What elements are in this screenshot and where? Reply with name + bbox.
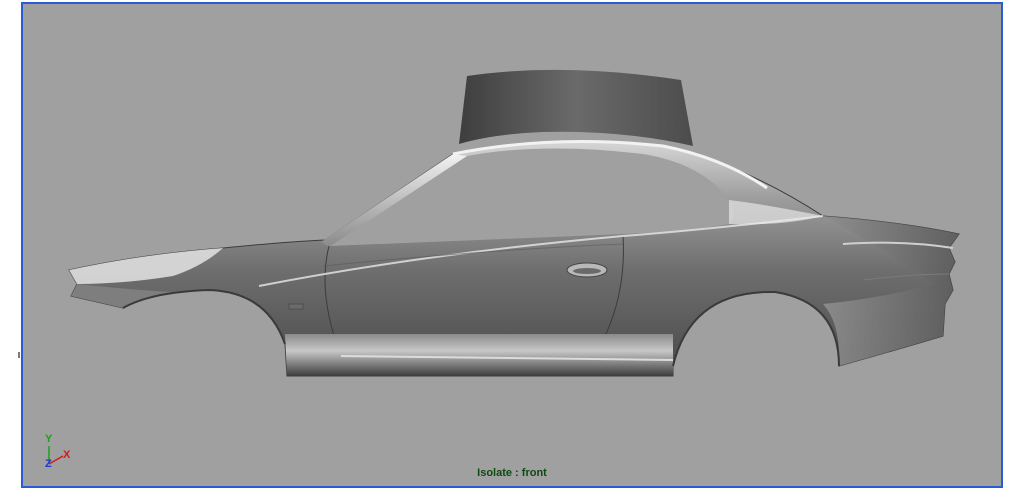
viewport-panel-label: Isolate : front [477, 467, 547, 479]
front-viewport[interactable]: Y X Z Isolate : front [21, 2, 1003, 488]
maya-app-window: Y X Z Isolate : front [0, 0, 1024, 488]
side-marker [288, 303, 304, 310]
y-axis-label: Y [45, 433, 53, 445]
roof-panel [459, 69, 693, 146]
door-handle [566, 262, 608, 278]
x-axis-label: X [63, 449, 71, 461]
car-body-model[interactable] [23, 4, 1001, 486]
panel-edge-tick [18, 352, 20, 358]
rocker-panel [285, 334, 674, 376]
